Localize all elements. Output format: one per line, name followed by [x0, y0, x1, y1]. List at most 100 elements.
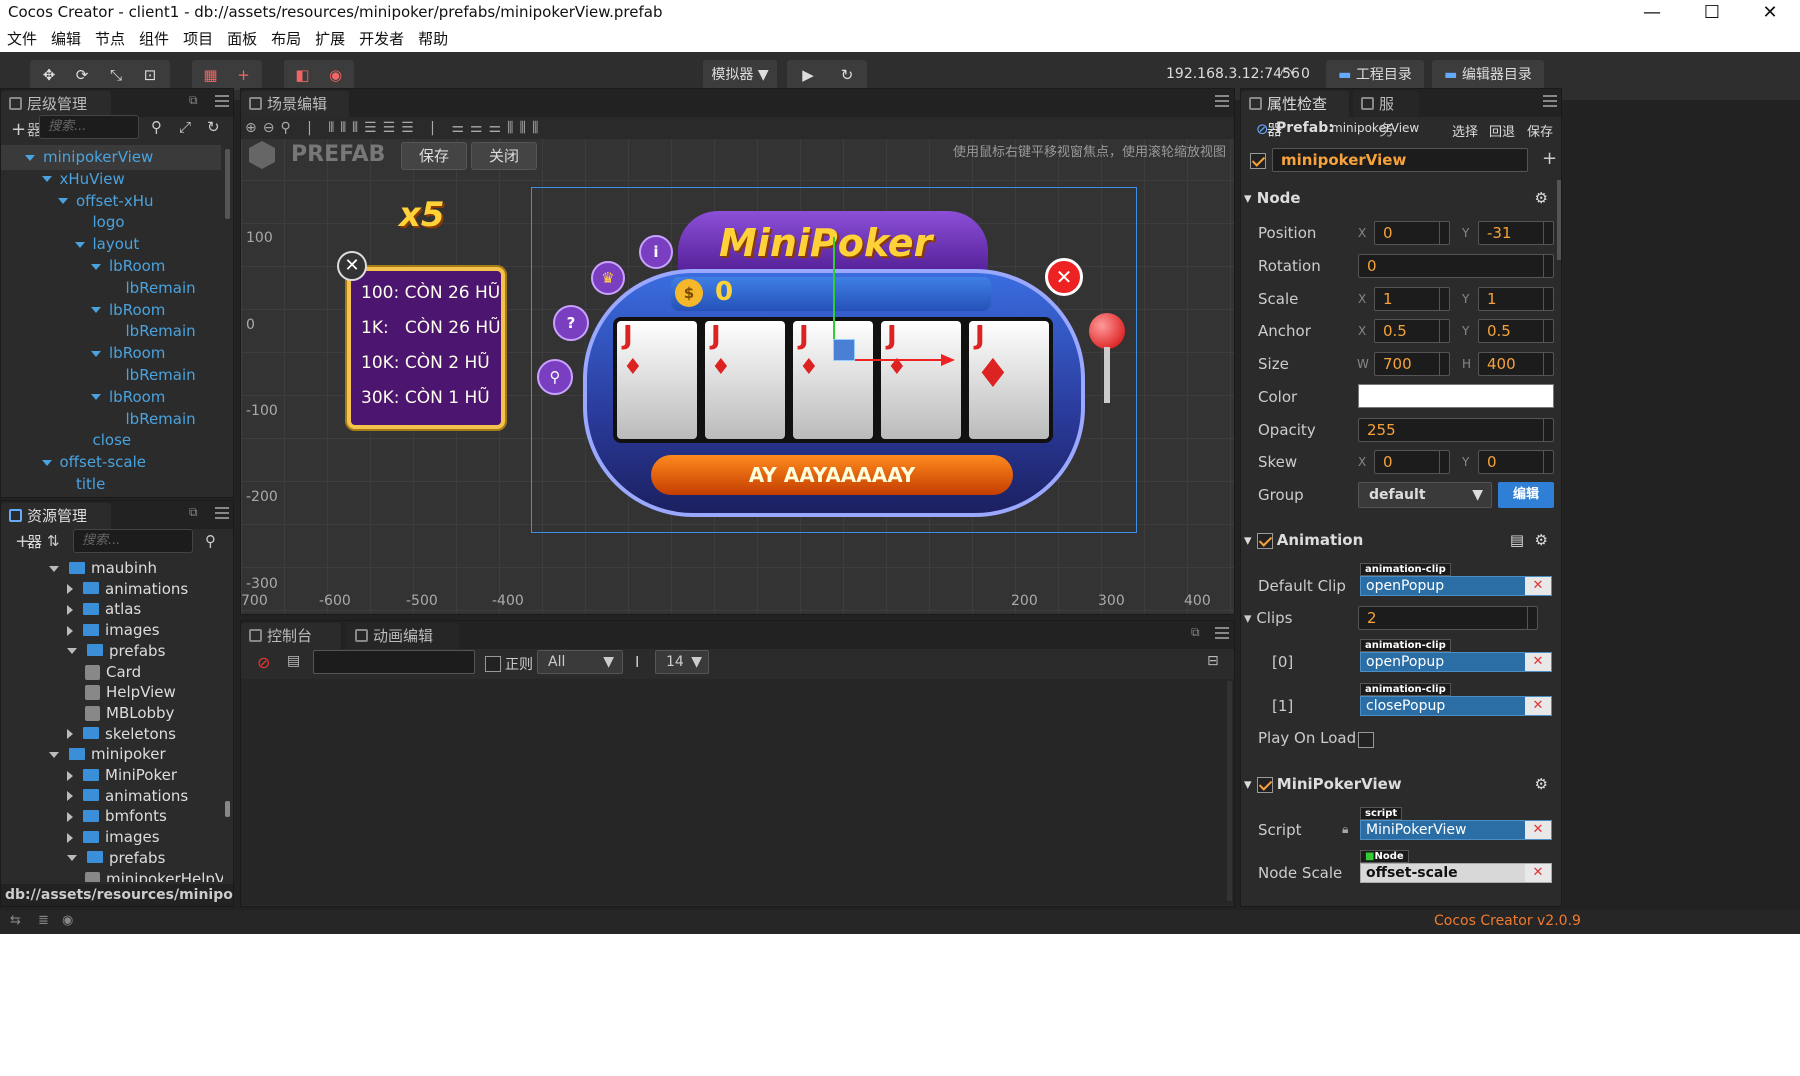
spinner-icon[interactable]: [1543, 288, 1553, 310]
menu-developer[interactable]: 开发者: [352, 30, 411, 48]
scale-y-field[interactable]: 1: [1478, 287, 1554, 311]
spinner-icon[interactable]: [1543, 451, 1553, 473]
remove-icon[interactable]: ✕: [1525, 821, 1551, 839]
asset-folder[interactable]: animations: [67, 578, 188, 601]
sort-icon[interactable]: ⇅: [47, 532, 60, 550]
anchor-x-field[interactable]: 0.5: [1374, 319, 1450, 343]
close-icon[interactable]: ✕: [1750, 0, 1790, 25]
asset-folder[interactable]: MiniPoker: [67, 764, 177, 787]
asset-prefab[interactable]: HelpView: [85, 681, 176, 704]
zoom-icon[interactable]: ⚲: [537, 359, 573, 395]
group-select[interactable]: default ▼: [1358, 482, 1492, 508]
search-icon[interactable]: ⚲: [151, 118, 162, 136]
tab-services[interactable]: 服务: [1353, 91, 1419, 139]
animation-enabled-checkbox[interactable]: [1256, 531, 1277, 549]
tab-animation-editor[interactable]: 动画编辑器: [347, 623, 459, 671]
clips-count-field[interactable]: 2: [1358, 606, 1538, 630]
distribute-hcenter-icon[interactable]: ⫼: [519, 120, 531, 136]
size-w-field[interactable]: 700: [1374, 352, 1450, 376]
tab-console[interactable]: 控制台: [241, 623, 341, 649]
spinner-icon[interactable]: [1543, 419, 1553, 441]
size-h-field[interactable]: 400: [1478, 352, 1554, 376]
spinner-icon[interactable]: [1543, 222, 1553, 244]
refresh-icon[interactable]: ↻: [207, 118, 220, 136]
popout-icon[interactable]: ⧉: [189, 93, 198, 108]
align-left-icon[interactable]: ⫴: [328, 120, 340, 136]
add-component-icon[interactable]: +: [1542, 148, 1557, 169]
node-section-header[interactable]: ▾ Node ⚙: [1244, 184, 1556, 212]
asset-prefab[interactable]: Card: [85, 661, 141, 684]
panel-menu-icon[interactable]: [1543, 95, 1557, 107]
asset-folder[interactable]: animations: [67, 785, 188, 808]
popout-icon[interactable]: ⧉: [189, 505, 198, 520]
distribute-bottom-icon[interactable]: ⚌: [488, 120, 507, 136]
align-vcenter-icon[interactable]: ☰: [383, 120, 402, 136]
menu-help[interactable]: 帮助: [411, 30, 455, 48]
chevron-right-icon[interactable]: [67, 791, 73, 802]
chevron-down-icon[interactable]: [91, 263, 101, 270]
default-clip-field[interactable]: openPopup ✕: [1360, 576, 1552, 596]
panel-menu-icon[interactable]: [1215, 95, 1229, 107]
spinner-icon[interactable]: [1543, 320, 1553, 342]
remove-icon[interactable]: ✕: [1525, 653, 1551, 671]
clip0-field[interactable]: openPopup ✕: [1360, 652, 1552, 672]
opacity-field[interactable]: 255: [1358, 418, 1554, 442]
spinner-icon[interactable]: [1439, 288, 1449, 310]
rotate-tool-icon[interactable]: ⟳: [65, 60, 99, 90]
distribute-vcenter-icon[interactable]: ⚌: [470, 120, 489, 136]
zoom-reset-icon[interactable]: ⚲: [280, 120, 296, 136]
asset-folder[interactable]: images: [67, 619, 160, 642]
menu-edit[interactable]: 编辑: [44, 30, 88, 48]
collapse-icon[interactable]: ⊟: [1207, 653, 1219, 669]
remove-icon[interactable]: ✕: [1525, 864, 1551, 882]
help-icon[interactable]: ?: [553, 305, 589, 341]
snap-icon[interactable]: ◧: [286, 60, 319, 90]
asset-folder[interactable]: prefabs: [67, 847, 165, 870]
node-name-field[interactable]: minipokerView: [1272, 148, 1528, 172]
gizmo-center[interactable]: [833, 339, 855, 361]
scene-canvas[interactable]: ⊕⊖⚲ | ⫴⫴⫴☰☰☰ | ⚌⚌⚌⫼⫼⫼ PREFAB 保存 关闭 使用鼠标右…: [241, 117, 1234, 614]
asset-folder[interactable]: atlas: [67, 598, 141, 621]
prefab-select-button[interactable]: 选择: [1452, 121, 1478, 140]
chevron-down-icon[interactable]: [58, 198, 68, 205]
clear-console-icon[interactable]: ⊘: [257, 653, 270, 672]
asset-folder[interactable]: skeletons: [67, 723, 176, 746]
log-level-select[interactable]: All ▼: [537, 650, 623, 674]
node-active-checkbox[interactable]: [1250, 151, 1270, 169]
animation-section-header[interactable]: ▾ Animation ▤ ⚙: [1244, 526, 1556, 554]
position-y-field[interactable]: -31: [1478, 221, 1554, 245]
search-icon[interactable]: ⚲: [205, 532, 216, 550]
chevron-down-icon[interactable]: [91, 350, 101, 357]
record-icon[interactable]: ◉: [319, 60, 352, 90]
zoom-in-icon[interactable]: ⊕: [245, 120, 263, 136]
hierarchy-search-input[interactable]: 搜索...: [39, 115, 139, 139]
prefab-revert-button[interactable]: 回退: [1489, 121, 1515, 140]
asset-folder[interactable]: images: [67, 826, 160, 849]
distribute-left-icon[interactable]: ⫼: [507, 120, 519, 136]
console-filter-input[interactable]: [313, 650, 475, 674]
jackpot-close-icon[interactable]: ✕: [337, 251, 367, 281]
spinner-icon[interactable]: [1439, 320, 1449, 342]
maximize-icon[interactable]: ☐: [1692, 0, 1732, 25]
menu-layout[interactable]: 布局: [264, 30, 308, 48]
database-icon[interactable]: ≣: [38, 913, 49, 928]
menu-file[interactable]: 文件: [0, 30, 44, 48]
asset-prefab[interactable]: minipokerHelpView: [85, 868, 223, 882]
prefab-close-button[interactable]: 关闭: [471, 142, 537, 170]
hierarchy-node[interactable]: title: [58, 472, 105, 495]
chevron-down-icon[interactable]: [74, 241, 85, 248]
spinner-icon[interactable]: [1543, 255, 1553, 277]
local-icon[interactable]: ▦: [194, 60, 227, 90]
chevron-down-icon[interactable]: [67, 648, 77, 655]
align-hcenter-icon[interactable]: ⫴: [340, 120, 352, 136]
chevron-right-icon[interactable]: [67, 604, 73, 615]
menu-component[interactable]: 组件: [132, 30, 176, 48]
align-right-icon[interactable]: ⫴: [352, 120, 364, 136]
skew-x-field[interactable]: 0: [1374, 450, 1450, 474]
align-bottom-icon[interactable]: ☰: [401, 120, 420, 136]
chevron-right-icon[interactable]: [67, 832, 73, 843]
assets-scrollbar[interactable]: [225, 801, 230, 817]
scale-x-field[interactable]: 1: [1374, 287, 1450, 311]
chevron-right-icon[interactable]: [67, 584, 73, 595]
menu-node[interactable]: 节点: [88, 30, 132, 48]
